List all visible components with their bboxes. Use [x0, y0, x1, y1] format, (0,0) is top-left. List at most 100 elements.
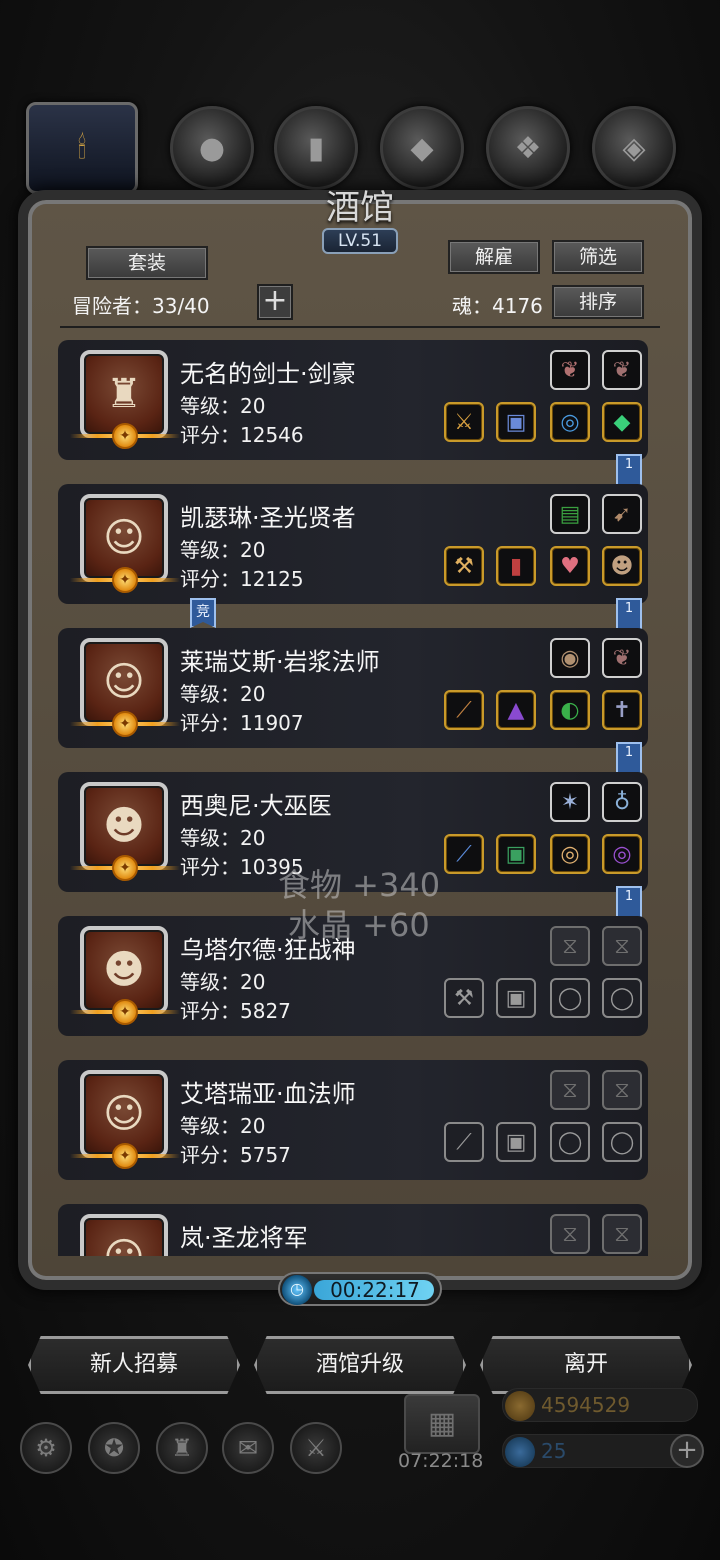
- hammer-icon[interactable]: ⚒: [444, 546, 484, 586]
- star-medal-icon: ✦: [70, 567, 180, 593]
- armor-icon[interactable]: ▣: [496, 402, 536, 442]
- sword-icon[interactable]: ⚔: [444, 402, 484, 442]
- ring-icon[interactable]: ◎: [550, 834, 590, 874]
- helmet-icon[interactable]: ♜: [156, 1422, 208, 1474]
- outfit-button[interactable]: 套装: [86, 246, 208, 280]
- leave-button[interactable]: 离开: [480, 1336, 692, 1394]
- hourglass-icon[interactable]: ⧖: [602, 1070, 642, 1110]
- hero-card[interactable]: ☺ 岚·圣龙将军 ⧖ ⧖: [58, 1204, 648, 1256]
- heart-icon[interactable]: ♥: [550, 546, 590, 586]
- gear-icon[interactable]: ⚙: [20, 1422, 72, 1474]
- crystal-gain-popup: 水晶 +60: [288, 906, 430, 944]
- recruit-button[interactable]: 新人招募: [28, 1336, 240, 1394]
- tab-ingot[interactable]: ◆: [380, 106, 464, 190]
- armor-icon[interactable]: ▣: [496, 1122, 536, 1162]
- star-medal-icon: ✦: [70, 423, 180, 449]
- swords-icon[interactable]: ⚔: [290, 1422, 342, 1474]
- star-medal-icon: ✦: [70, 1143, 180, 1169]
- hero-list[interactable]: ♜ ✦ 无名的剑士·剑豪 等级：20 评分：12546 ❦ ❦ ⚔ ▣ ◎ ◆ …: [58, 340, 668, 1256]
- hero-score: 评分：11907: [180, 711, 304, 735]
- feather-icon[interactable]: ❦: [602, 350, 642, 390]
- tab-bag[interactable]: ●: [170, 106, 254, 190]
- hero-level: 等级：20: [180, 970, 266, 994]
- tab-anvil[interactable]: ◈: [592, 106, 676, 190]
- add-gems-button[interactable]: +: [670, 1434, 704, 1468]
- soul-count: 魂：4176: [452, 294, 543, 318]
- wand-icon[interactable]: ⟋: [444, 834, 484, 874]
- dismiss-button[interactable]: 解雇: [448, 240, 540, 274]
- hero-card[interactable]: ☺ ✦ 艾塔瑞亚·血法师 等级：20 评分：5757 ⧖ ⧖ ⟋ ▣ ◯ ◯: [58, 1060, 648, 1180]
- horn-icon[interactable]: ➹: [602, 494, 642, 534]
- staff-icon[interactable]: ⟋: [444, 690, 484, 730]
- ring-icon[interactable]: ◎: [602, 834, 642, 874]
- pendant-icon[interactable]: ♁: [602, 782, 642, 822]
- anvil-icon: ◈: [622, 130, 646, 166]
- pendant-icon[interactable]: ◐: [550, 690, 590, 730]
- hero-name: 凯瑟琳·圣光贤者: [180, 504, 356, 532]
- shell-icon[interactable]: ◉: [550, 638, 590, 678]
- hourglass-icon[interactable]: ⧖: [602, 1214, 642, 1254]
- hourglass-icon[interactable]: ⧖: [550, 1214, 590, 1254]
- axe-icon[interactable]: ⚒: [444, 978, 484, 1018]
- gem-icon[interactable]: ◆: [602, 402, 642, 442]
- cross-icon[interactable]: ✝: [602, 690, 642, 730]
- ring-icon[interactable]: ◯: [602, 1122, 642, 1162]
- hero-name: 无名的剑士·剑豪: [180, 360, 356, 388]
- necklace-icon[interactable]: ◎: [550, 402, 590, 442]
- hero-card[interactable]: ☺ ✦ 凯瑟琳·圣光贤者 等级：20 评分：12125 ▤ ➹ ⚒ ▮ ♥ ☻: [58, 484, 648, 604]
- filter-button[interactable]: 筛选: [552, 240, 644, 274]
- gem-amount: 25: [541, 1439, 567, 1463]
- divider: [60, 326, 660, 328]
- hero-name: 西奥尼·大巫医: [180, 792, 332, 820]
- tab-wood[interactable]: ▮: [274, 106, 358, 190]
- book-icon[interactable]: ▤: [550, 494, 590, 534]
- upgrade-tavern-button[interactable]: 酒馆升级: [254, 1336, 466, 1394]
- hero-score: 评分：12125: [180, 567, 304, 591]
- star-medal-icon: ✦: [70, 999, 180, 1025]
- hero-card[interactable]: ♜ ✦ 无名的剑士·剑豪 等级：20 评分：12546 ❦ ❦ ⚔ ▣ ◎ ◆: [58, 340, 648, 460]
- candle-icon: 🕯: [77, 130, 87, 166]
- mask-icon[interactable]: ☻: [602, 546, 642, 586]
- ingot-icon: ◆: [410, 130, 434, 166]
- ring-icon[interactable]: ◯: [550, 978, 590, 1018]
- gem-counter: 25: [502, 1434, 698, 1468]
- wood-icon: ▮: [307, 130, 325, 166]
- hero-name: 岚·圣龙将军: [180, 1224, 308, 1252]
- add-capacity-button[interactable]: +: [257, 284, 293, 320]
- hourglass-icon[interactable]: ⧖: [550, 926, 590, 966]
- tab-feather[interactable]: ❖: [486, 106, 570, 190]
- hourglass-icon[interactable]: ⧖: [550, 1070, 590, 1110]
- clock-icon: ◷: [282, 1275, 312, 1305]
- star-medal-icon: ✦: [70, 711, 180, 737]
- gem-icon: [505, 1437, 535, 1467]
- hero-card[interactable]: ☺ ✦ 莱瑞艾斯·岩浆法师 等级：20 评分：11907 ◉ ❦ ⟋ ▲ ◐ ✝: [58, 628, 648, 748]
- hero-score: 评分：12546: [180, 423, 304, 447]
- ring-icon[interactable]: ◯: [602, 978, 642, 1018]
- feather-icon[interactable]: ❦: [550, 350, 590, 390]
- ring-icon[interactable]: ◯: [550, 1122, 590, 1162]
- hero-level: 等级：20: [180, 394, 266, 418]
- hero-level: 等级：20: [180, 538, 266, 562]
- mail-icon[interactable]: ✉: [222, 1422, 274, 1474]
- bag-icon: ●: [198, 130, 226, 166]
- adventurer-count: 冒险者：33/40: [72, 294, 210, 318]
- gift-box-icon[interactable]: ▦: [404, 1394, 480, 1454]
- star-icon[interactable]: ✪: [88, 1422, 140, 1474]
- arena-tag: 竞: [190, 598, 216, 628]
- hourglass-icon[interactable]: ⧖: [602, 926, 642, 966]
- robe-icon[interactable]: ▮: [496, 546, 536, 586]
- hero-level: 等级：20: [180, 682, 266, 706]
- helmet-icon[interactable]: ▲: [496, 690, 536, 730]
- page-title: 酒馆: [326, 188, 394, 228]
- gift-timer: 07:22:18: [398, 1450, 484, 1472]
- gold-amount: 4594529: [541, 1393, 631, 1417]
- armor-icon[interactable]: ▣: [496, 978, 536, 1018]
- recruit-timer: ◷ 00:22:17: [278, 1272, 442, 1306]
- coin-icon: [505, 1391, 535, 1421]
- hero-portrait: ☺: [80, 1214, 168, 1256]
- staff-icon[interactable]: ⟋: [444, 1122, 484, 1162]
- amulet-icon[interactable]: ✶: [550, 782, 590, 822]
- armor-icon[interactable]: ▣: [496, 834, 536, 874]
- feather-icon[interactable]: ❦: [602, 638, 642, 678]
- sort-button[interactable]: 排序: [552, 285, 644, 319]
